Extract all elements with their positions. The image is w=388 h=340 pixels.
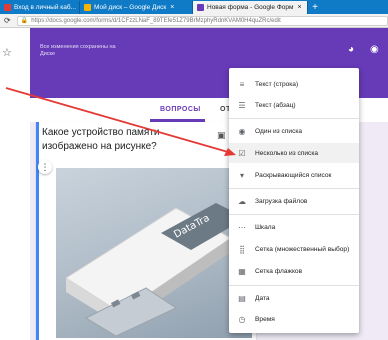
tab-title: Новая форма - Google Форм — [207, 4, 294, 11]
menu-item-paragraph[interactable]: ☰ Текст (абзац) — [229, 95, 359, 115]
tab-title: Вход в личный каб... — [14, 4, 77, 11]
menu-item-file-upload[interactable]: ☁ Загрузка файлов — [229, 191, 359, 211]
tab-title: Мой диск – Google Диск — [94, 4, 167, 11]
menu-item-grid-radio[interactable]: ⣿ Сетка (множественный выбор) — [229, 239, 359, 259]
tab-close-icon[interactable]: × — [297, 4, 301, 11]
menu-item-label: Несколько из списка — [255, 149, 319, 157]
menu-item-checkboxes[interactable]: ☑ Несколько из списка — [229, 143, 359, 163]
menu-item-radio[interactable]: ◉ Один из списка — [229, 121, 359, 141]
calendar-icon: ▤ — [238, 293, 246, 303]
forms-favicon-icon — [197, 4, 204, 11]
menu-item-scale[interactable]: ⋯ Шкала — [229, 217, 359, 237]
menu-item-label: Один из списка — [255, 127, 303, 135]
question-card: Какое устройство памяти изображено на ри… — [36, 122, 256, 340]
menu-item-dropdown[interactable]: ▾ Раскрывающийся список — [229, 165, 359, 185]
mail-favicon-icon — [4, 4, 11, 11]
menu-divider — [229, 118, 359, 119]
menu-item-label: Время — [255, 315, 275, 323]
question-image: DataTra — [56, 168, 252, 338]
image-icon[interactable]: ▣ — [217, 130, 226, 141]
cloud-upload-icon: ☁ — [238, 196, 246, 206]
lock-icon: 🔒 — [20, 18, 29, 24]
dropdown-icon: ▾ — [239, 170, 244, 180]
palette-icon[interactable]: ◕ — [348, 44, 354, 55]
question-type-menu: ≡ Текст (строка) ☰ Текст (абзац) ◉ Один … — [229, 68, 359, 333]
scale-icon: ⋯ — [238, 222, 246, 232]
star-icon[interactable]: ☆ — [2, 46, 12, 59]
checkbox-icon: ☑ — [238, 148, 246, 158]
short-text-icon: ≡ — [239, 79, 245, 89]
left-margin: ☆ — [0, 28, 30, 340]
tab-close-icon[interactable]: × — [170, 4, 174, 11]
menu-item-label: Загрузка файлов — [255, 197, 308, 205]
menu-item-label: Раскрывающийся список — [255, 171, 332, 179]
browser-tab-active[interactable]: Новая форма - Google Форм × — [193, 1, 308, 14]
url-text: https://docs.google.com/forms/d/1CFzzLNa… — [31, 17, 281, 24]
menu-item-label: Сетка флажков — [255, 267, 303, 275]
saved-status: Все изменения сохранены на Диске — [40, 44, 116, 57]
browser-tab-strip: Вход в личный каб... × Мой диск – Google… — [0, 0, 388, 14]
question-title[interactable]: Какое устройство памяти изображено на ри… — [42, 126, 202, 154]
browser-tab[interactable]: Мой диск – Google Диск × — [80, 1, 193, 14]
radio-icon: ◉ — [238, 126, 246, 136]
address-bar: ⟳ 🔒 https://docs.google.com/forms/d/1CFz… — [0, 14, 388, 28]
menu-divider — [229, 214, 359, 215]
drive-favicon-icon — [84, 4, 91, 11]
url-field[interactable]: 🔒 https://docs.google.com/forms/d/1CFzzL… — [16, 15, 388, 26]
menu-item-short-text[interactable]: ≡ Текст (строка) — [229, 74, 359, 94]
card-accent-bar — [36, 122, 39, 340]
menu-item-label: Сетка (множественный выбор) — [255, 245, 350, 253]
preview-eye-icon[interactable]: ◉ — [370, 44, 379, 55]
new-tab-button[interactable]: + — [308, 1, 322, 14]
usb-drive-illustration: DataTra — [65, 203, 246, 337]
menu-item-label: Текст (абзац) — [255, 101, 296, 109]
menu-item-label: Текст (строка) — [255, 80, 299, 88]
tab-questions[interactable]: ВОПРОСЫ — [160, 106, 201, 113]
menu-item-grid-checkbox[interactable]: ▦ Сетка флажков — [229, 261, 359, 281]
reload-icon[interactable]: ⟳ — [4, 16, 11, 25]
menu-item-label: Шкала — [255, 223, 276, 231]
more-options-icon[interactable]: ⋮ — [38, 160, 52, 174]
menu-item-label: Дата — [255, 294, 270, 302]
menu-divider — [229, 188, 359, 189]
clock-icon: ◷ — [238, 314, 246, 324]
grid-radio-icon: ⣿ — [239, 244, 245, 254]
browser-tab[interactable]: Вход в личный каб... × — [0, 1, 80, 14]
menu-item-date[interactable]: ▤ Дата — [229, 288, 359, 308]
paragraph-icon: ☰ — [238, 100, 246, 110]
menu-divider — [229, 285, 359, 286]
menu-item-time[interactable]: ◷ Время — [229, 309, 359, 329]
grid-checkbox-icon: ▦ — [238, 266, 246, 276]
